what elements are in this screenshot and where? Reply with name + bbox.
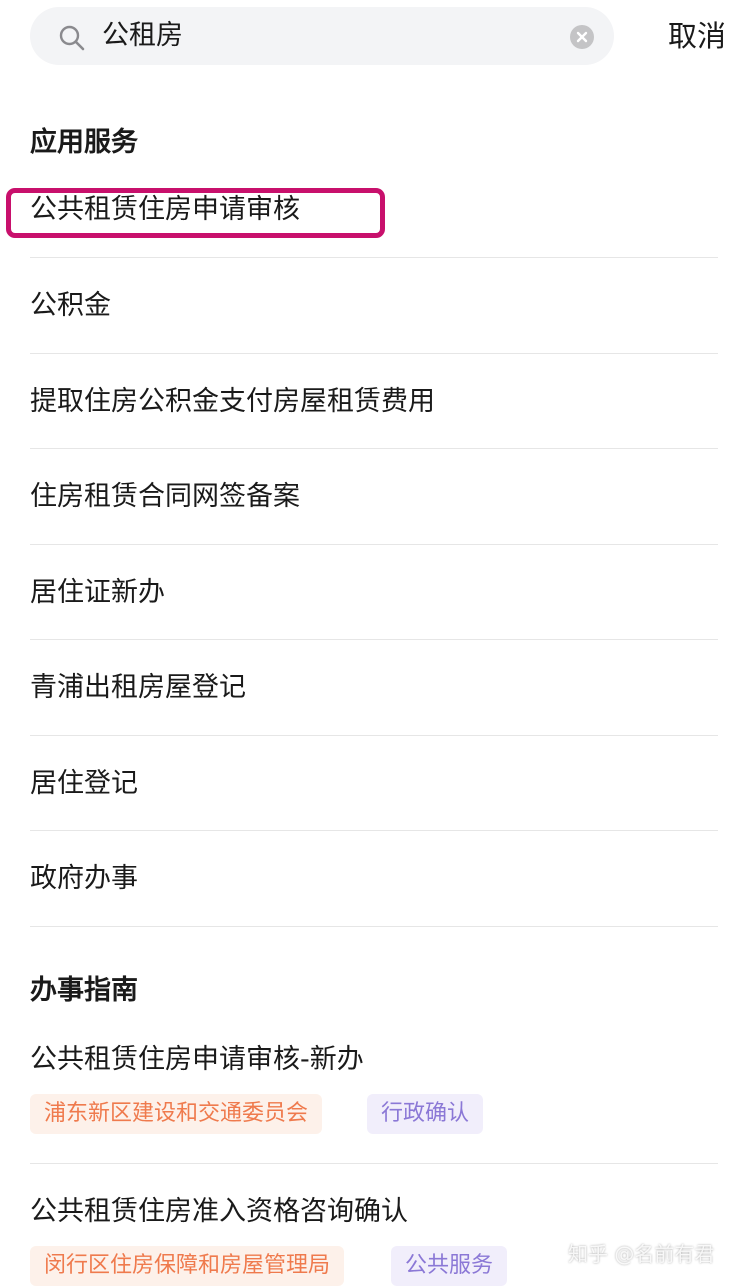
cancel-button[interactable]: 取消 [668, 16, 726, 56]
category-tag: 行政确认 [367, 1094, 484, 1134]
list-item-label: 提取住房公积金支付房屋租赁费用 [30, 385, 435, 417]
list-item-label: 公积金 [30, 290, 111, 321]
list-item-label: 青浦出租房屋登记 [30, 672, 246, 703]
search-bar[interactable]: 公租房 [30, 7, 614, 65]
department-tag: 浦东新区建设和交通委员会 [30, 1094, 323, 1134]
search-input[interactable]: 公租房 [102, 19, 183, 53]
list-item[interactable]: 居住证新办 [0, 545, 749, 640]
guide-title: 公共租赁住房准入资格咨询确认 [30, 1196, 408, 1227]
section-title-apps: 应用服务 [30, 127, 138, 158]
highlight-annotation [6, 188, 385, 238]
list-item[interactable]: 住房租赁合同网签备案 [0, 449, 749, 545]
list-item-label: 住房租赁合同网签备案 [30, 481, 300, 512]
list-item-label: 居住证新办 [30, 576, 165, 608]
department-tag: 闵行区住房保障和房屋管理局 [30, 1246, 345, 1286]
search-icon [58, 24, 86, 52]
guide-title: 公共租赁住房申请审核-新办 [30, 1044, 364, 1075]
list-item-label: 居住登记 [30, 767, 138, 799]
divider [30, 1163, 718, 1164]
clear-icon[interactable] [570, 25, 594, 49]
section-title-guides: 办事指南 [30, 975, 138, 1006]
list-item[interactable]: 政府办事 [0, 831, 749, 927]
divider [30, 925, 718, 927]
app-results-list: 公共租赁住房申请审核 公积金 提取住房公积金支付房屋租赁费用 住房租赁合同网签备… [0, 162, 749, 927]
list-item[interactable]: 提取住房公积金支付房屋租赁费用 [0, 354, 749, 449]
list-item[interactable]: 青浦出租房屋登记 [0, 640, 749, 736]
list-item[interactable]: 公积金 [0, 258, 749, 354]
list-item[interactable]: 居住登记 [0, 736, 749, 831]
watermark: 知乎 @名前有君 [568, 1242, 715, 1266]
list-item-label: 政府办事 [30, 863, 138, 894]
category-tag: 公共服务 [391, 1246, 508, 1286]
